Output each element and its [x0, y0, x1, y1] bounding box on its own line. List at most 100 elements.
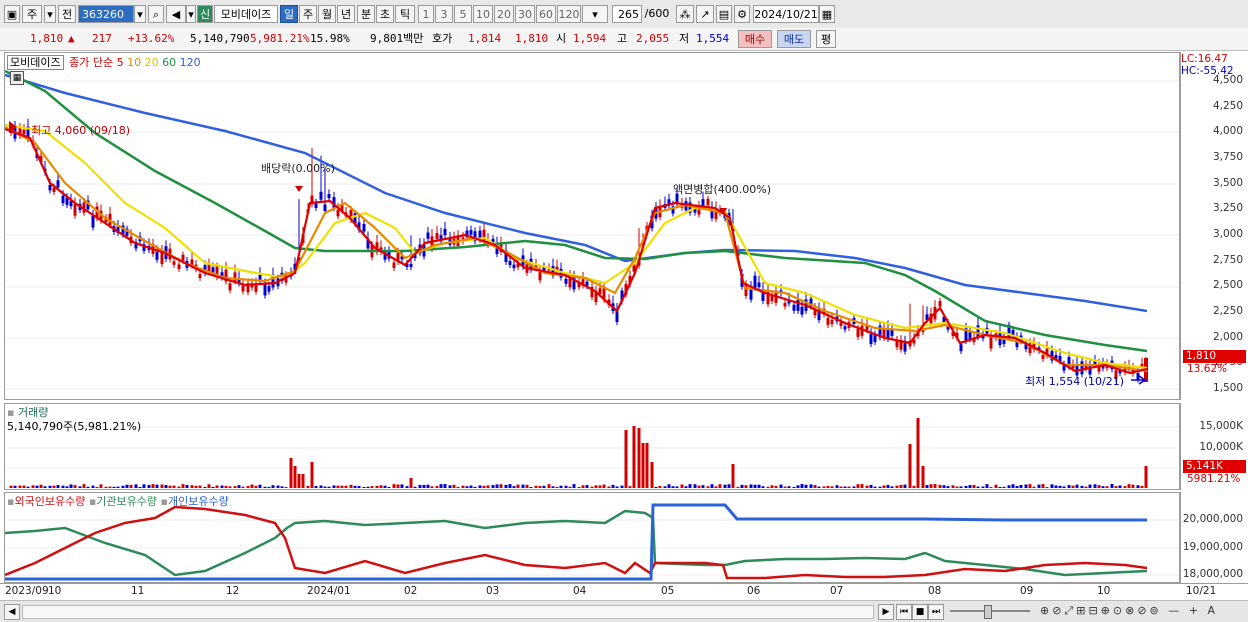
tab-day[interactable]: 일 — [280, 5, 298, 23]
tab-week[interactable]: 주 — [299, 5, 317, 23]
last-price-tag: 1,810 — [1183, 350, 1246, 363]
volume-bar — [981, 486, 985, 488]
code-value: 363260 — [82, 8, 124, 21]
prev-button[interactable]: 전 — [58, 5, 76, 23]
chart-settings-icon[interactable]: ⁂ — [676, 5, 694, 23]
volume-bar — [1041, 484, 1045, 488]
tab-year[interactable]: 년 — [337, 5, 355, 23]
code-input[interactable]: 363260 — [78, 5, 134, 23]
buy-label: 매수 — [744, 33, 766, 46]
save-icon[interactable]: ▤ — [716, 5, 732, 23]
draw-tool-icon[interactable]: ↗ — [696, 5, 714, 23]
interval-3[interactable]: 3 — [435, 5, 453, 23]
tab-minute[interactable]: 분 — [357, 5, 375, 23]
volume-panel[interactable]: ▪ 거래량 5,140,790주(5,981.21%) — [4, 403, 1180, 490]
volume-bar — [718, 484, 722, 488]
open-value: 1,594 — [573, 32, 607, 45]
tool-icons[interactable]: ⊕⊘⤢⊞⊟⊕⊙⊗⊘⊚ — + A — [1040, 604, 1240, 618]
period-left-select[interactable]: 주 — [22, 5, 42, 23]
volume-bar — [800, 484, 804, 488]
code-dropdown-icon[interactable]: ▾ — [134, 5, 146, 23]
interval-3-label: 3 — [440, 8, 448, 21]
volume-bar — [116, 486, 120, 488]
speaker-dropdown-icon[interactable]: ▾ — [186, 5, 196, 23]
forward-icon[interactable]: ⏭ — [928, 604, 944, 620]
split-note: 액면병합(400.00%) — [673, 183, 771, 196]
legend-ma60: 60 — [162, 56, 177, 69]
candle-body — [263, 283, 267, 296]
candle-body — [73, 204, 77, 216]
volume-bar — [1037, 484, 1041, 488]
buy-button[interactable]: 매수 — [738, 30, 772, 48]
calendar-icon[interactable]: ▦ — [819, 5, 835, 23]
tab-tick[interactable]: 틱 — [395, 5, 415, 23]
scroll-right-icon[interactable]: ▶ — [878, 604, 894, 620]
interval-10[interactable]: 10 — [473, 5, 493, 23]
candle-body — [22, 129, 26, 135]
volume-bar — [1114, 486, 1118, 488]
grid-toggle-icon[interactable]: ▦ — [10, 71, 24, 85]
interval-5[interactable]: 5 — [454, 5, 472, 23]
volume-bar — [542, 485, 546, 488]
volume-bar — [340, 485, 344, 488]
avg-button[interactable]: 평 — [816, 30, 836, 48]
volume-value: 5,140,790 — [190, 32, 250, 45]
volume-bar — [860, 484, 864, 488]
interval-1[interactable]: 1 — [418, 5, 434, 23]
scroll-track[interactable] — [22, 605, 874, 619]
volume-bar — [61, 485, 65, 488]
volume-bar — [809, 484, 813, 488]
prev-label: 전 — [61, 8, 73, 21]
stock-name-field[interactable]: 모비데이즈 — [214, 5, 278, 23]
volume-last-pct: 5981.21% — [1187, 473, 1241, 485]
volume-bar — [198, 485, 202, 488]
stop-icon[interactable]: ■ — [912, 604, 928, 620]
interval-20[interactable]: 20 — [494, 5, 514, 23]
interval-60[interactable]: 60 — [536, 5, 556, 23]
zoom-slider-handle[interactable] — [984, 605, 992, 619]
count-input[interactable]: 265 — [612, 5, 642, 23]
rewind-icon[interactable]: ⏮ — [896, 604, 912, 620]
candle-body — [538, 272, 542, 281]
tab-month[interactable]: 월 — [318, 5, 336, 23]
open-label: 시 — [556, 32, 567, 45]
volume-bar — [194, 485, 198, 488]
interval-120[interactable]: 120 — [557, 5, 581, 23]
volume-bar — [263, 486, 267, 488]
volume-bar — [31, 485, 35, 488]
y-tick-3250: 3,250 — [1212, 202, 1243, 214]
volume-bar — [787, 486, 791, 488]
count-value: 265 — [618, 8, 639, 21]
candle-body — [443, 228, 447, 236]
price-panel[interactable]: 최고 4,060 (09/18) 배당락(0.00%) 액면병합(400.00%… — [4, 52, 1180, 400]
volume-bar — [1123, 486, 1127, 488]
volume-bar — [968, 485, 972, 488]
scroll-left-icon[interactable]: ◀ — [4, 604, 20, 620]
volume-bar — [804, 484, 808, 488]
date-input[interactable]: 2024/10/21 — [753, 5, 819, 23]
volume-bar — [590, 486, 594, 488]
search-icon[interactable]: ⌕ — [148, 5, 164, 23]
tab-second[interactable]: 초 — [376, 5, 394, 23]
volume-bar — [1054, 485, 1058, 488]
volume-bar — [929, 484, 933, 488]
volume-bar — [82, 484, 86, 488]
interval-30[interactable]: 30 — [515, 5, 535, 23]
interval-select[interactable]: ▾ — [582, 5, 608, 23]
tab-month-label: 월 — [321, 8, 333, 21]
candle-body — [783, 302, 787, 307]
high-label: 고 — [617, 32, 628, 45]
volume-bar — [125, 484, 129, 488]
volume-bar — [35, 485, 39, 488]
speaker-icon[interactable]: ◀ — [166, 5, 186, 23]
volume-bar — [314, 486, 318, 488]
holdings-panel[interactable]: ▪외국인보유수량 ▪기관보유수량 ▪개인보유수량 — [4, 492, 1180, 583]
volume-bar — [976, 486, 980, 488]
tab-tick-label: 틱 — [399, 8, 411, 21]
window-icon[interactable]: ▣ — [4, 5, 20, 23]
sell-button[interactable]: 매도 — [777, 30, 811, 48]
volume-bar — [697, 485, 701, 488]
gear-icon[interactable]: ⚙ — [734, 5, 750, 23]
volume-bar — [723, 484, 727, 488]
chevron-down-icon[interactable]: ▾ — [44, 5, 56, 23]
